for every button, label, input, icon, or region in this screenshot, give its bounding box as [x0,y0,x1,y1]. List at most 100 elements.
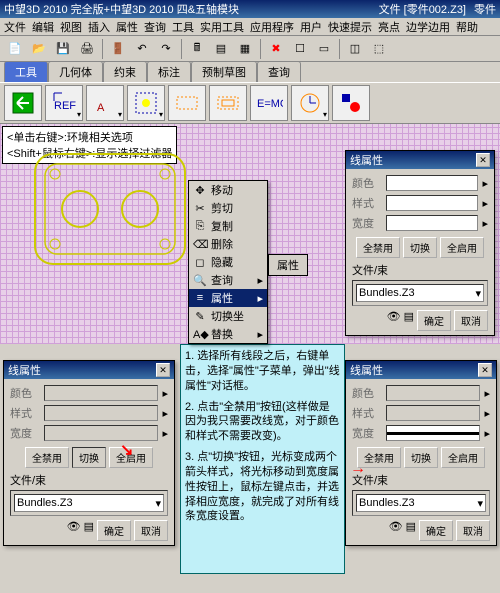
layers-icon[interactable]: ▤ [210,38,232,60]
eye-icon[interactable]: 👁 [67,520,81,541]
ribbon-tabs: 工具 几何体 约束 标注 预制草图 查询 [0,62,500,82]
tab-dim[interactable]: 标注 [147,61,191,82]
menu-insert[interactable]: 插入 [88,19,110,35]
menu-edit[interactable]: 编辑 [32,19,54,35]
style-field[interactable] [386,195,478,211]
rect1-icon[interactable] [168,85,206,121]
menu-bar: 文件 编辑 视图 插入 属性 查询 工具 实用工具 应用程序 用户 快速提示 亮… [0,18,500,36]
box2-icon[interactable]: ▭ [313,38,335,60]
section-label: 文件/束 [352,262,488,278]
ctx-copy[interactable]: ⎘复制 [189,217,267,235]
calc-icon[interactable]: 🖩 [186,38,208,60]
menu-tip[interactable]: 快速提示 [328,19,372,35]
box-icon[interactable]: ☐ [289,38,311,60]
arrow-annotation: → [350,460,366,478]
view2-icon[interactable]: ⬚ [368,38,390,60]
cancel-button[interactable]: 取消 [134,520,168,541]
ctx-replace[interactable]: A◆替换▸ [189,325,267,343]
instruction-box: 1. 选择所有线段之后，右键单击，选择"属性"子菜单，弹出"线属性"对话框。 2… [180,344,345,574]
save-icon[interactable]: 💾 [52,38,74,60]
bundle-select[interactable]: Bundles.Z3▾ [14,494,164,512]
line-props-panel-2: 线属性✕ 颜色▸ 样式▸ 宽度▸ 全禁用 切换 全启用 文件/束 Bundles… [3,360,175,546]
ok-button[interactable]: 确定 [97,520,131,541]
arrow-annotation: ↘ [120,440,133,460]
color-field[interactable] [386,175,478,191]
enable-all-button[interactable]: 全启用 [441,447,485,468]
clock-icon[interactable]: ▾ [291,85,329,121]
list-icon[interactable]: ▤ [84,520,94,541]
undo-icon[interactable]: ↶ [131,38,153,60]
file-title: 文件 [零件002.Z3] [379,1,466,17]
cut-icon: ✂ [193,202,207,215]
tab-query[interactable]: 查询 [257,61,301,82]
view1-icon[interactable]: ◫ [344,38,366,60]
menu-file[interactable]: 文件 [4,19,26,35]
tab-constraint[interactable]: 约束 [103,61,147,82]
formula-icon[interactable]: E=MC² [250,85,288,121]
disable-all-button[interactable]: 全禁用 [356,237,400,258]
menu-user[interactable]: 用户 [300,19,322,35]
submenu-props[interactable]: 属性 [268,254,308,276]
menu-tools[interactable]: 工具 [172,19,194,35]
query-icon: 🔍 [193,274,207,287]
print-icon[interactable]: 🖨 [76,38,98,60]
color-icon[interactable] [332,85,370,121]
menu-help[interactable]: 帮助 [456,19,478,35]
del-icon[interactable]: ✖ [265,38,287,60]
new-icon[interactable]: 📄 [4,38,26,60]
menu-learn[interactable]: 边学边用 [406,19,450,35]
close-icon[interactable]: ✕ [476,153,490,167]
ribbon-toolbar: REF▾ A▾ ▾ E=MC² ▾ [0,82,500,124]
menu-props[interactable]: 属性 [116,19,138,35]
ctx-del[interactable]: ⌫删除 [189,235,267,253]
close-icon[interactable]: ✕ [156,363,170,377]
line-props-panel-3: 线属性✕ 颜色▸ 样式▸ 宽度▸ 全禁用 切换 全启用 文件/束 Bundles… [345,360,497,546]
toggle-button[interactable]: 切换 [72,447,106,468]
width-field[interactable] [386,215,478,231]
ctx-toggle[interactable]: ✎切换坐 [189,307,267,325]
tab-tools[interactable]: 工具 [4,61,48,82]
disable-all-button[interactable]: 全禁用 [25,447,69,468]
text-icon[interactable]: A▾ [86,85,124,121]
ctx-cut[interactable]: ✂剪切 [189,199,267,217]
list-icon[interactable]: ▤ [404,310,414,331]
ctx-hide[interactable]: ◻隐藏 [189,253,267,271]
bundle-select[interactable]: Bundles.Z3▾ [356,494,486,512]
ok-button[interactable]: 确定 [417,310,451,331]
toggle-icon: ✎ [193,310,207,323]
app-title: 中望3D 2010 完全版+中望3D 2010 四&五轴模块 [4,1,239,17]
menu-app[interactable]: 应用程序 [250,19,294,35]
enable-all-button[interactable]: 全启用 [440,237,484,258]
cancel-button[interactable]: 取消 [454,310,488,331]
line-props-panel-1: 线属性✕ 颜色▸ 样式▸ 宽度▸ 全禁用 切换 全启用 文件/束 Bundles… [345,150,495,336]
rect2-icon[interactable] [209,85,247,121]
tab-geom[interactable]: 几何体 [48,61,103,82]
bundle-select[interactable]: Bundles.Z3▾ [356,284,484,302]
menu-query[interactable]: 查询 [144,19,166,35]
toggle-button[interactable]: 切换 [403,237,437,258]
menu-view[interactable]: 视图 [60,19,82,35]
redo-icon[interactable]: ↷ [155,38,177,60]
cancel-button[interactable]: 取消 [456,520,490,541]
hatch-icon[interactable]: ▾ [127,85,165,121]
toggle-button[interactable]: 切换 [404,447,438,468]
open-icon[interactable]: 📂 [28,38,50,60]
ctx-query[interactable]: 🔍查询▸ [189,271,267,289]
grid-icon[interactable]: ▦ [234,38,256,60]
exit-sketch-icon[interactable] [4,85,42,121]
menu-util[interactable]: 实用工具 [200,19,244,35]
ref-icon[interactable]: REF▾ [45,85,83,121]
close-icon[interactable]: ✕ [478,363,492,377]
eye-icon[interactable]: 👁 [387,310,401,331]
list-icon[interactable]: ▤ [406,520,416,541]
ctx-props[interactable]: ≡属性▸ [189,289,267,307]
exit-icon[interactable]: 🚪 [107,38,129,60]
ok-button[interactable]: 确定 [419,520,453,541]
menu-hl[interactable]: 亮点 [378,19,400,35]
eye-icon[interactable]: 👁 [389,520,403,541]
title-bar: 中望3D 2010 完全版+中望3D 2010 四&五轴模块 文件 [零件002… [0,0,500,18]
ctx-move[interactable]: ✥移动 [189,181,267,199]
context-menu: ✥移动 ✂剪切 ⎘复制 ⌫删除 ◻隐藏 🔍查询▸ ≡属性▸ ✎切换坐 A◆替换▸ [188,180,268,344]
tab-sketch[interactable]: 预制草图 [191,61,257,82]
toolbar-std: 📄 📂 💾 🖨 🚪 ↶ ↷ 🖩 ▤ ▦ ✖ ☐ ▭ ◫ ⬚ [0,36,500,62]
